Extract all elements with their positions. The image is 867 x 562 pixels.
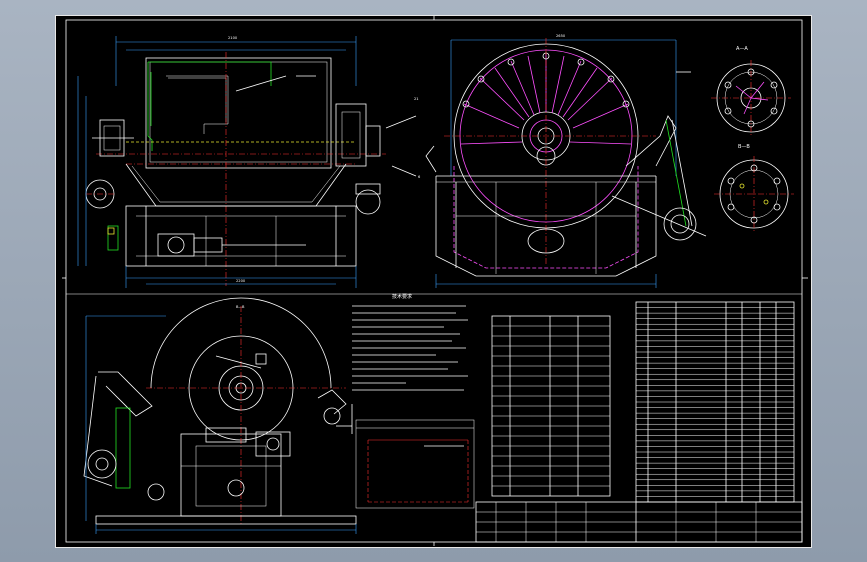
- params-table: [491, 315, 611, 497]
- svg-text:21: 21: [414, 97, 419, 101]
- cad-drawing: 2100 2200 6 21 2650 A—A B—B B—B 技术要求: [62, 16, 808, 546]
- svg-text:B—B: B—B: [236, 305, 245, 309]
- front-view: 2100 2200 6 21: [77, 36, 421, 288]
- detail-flanges: A—A B—B: [711, 46, 794, 232]
- notes-title: 技术要求: [392, 293, 412, 300]
- bom-table: [635, 301, 795, 503]
- svg-text:2650: 2650: [556, 34, 566, 38]
- side-view-drum: 2650: [425, 34, 707, 288]
- svg-text:A—A: A—A: [736, 46, 748, 52]
- sheet-border: [65, 19, 803, 543]
- title-block: [475, 501, 803, 543]
- cad-viewport[interactable]: 2100 2200 6 21 2650 A—A B—B B—B 技术要求: [55, 15, 812, 548]
- technical-notes: 技术要求: [352, 293, 468, 391]
- detail-box: [355, 419, 475, 509]
- svg-text:2100: 2100: [228, 36, 238, 40]
- end-view: B—B: [83, 297, 357, 534]
- svg-text:2200: 2200: [236, 279, 246, 283]
- note-lines: [352, 305, 468, 391]
- svg-text:6: 6: [418, 175, 421, 179]
- svg-text:B—B: B—B: [738, 144, 750, 150]
